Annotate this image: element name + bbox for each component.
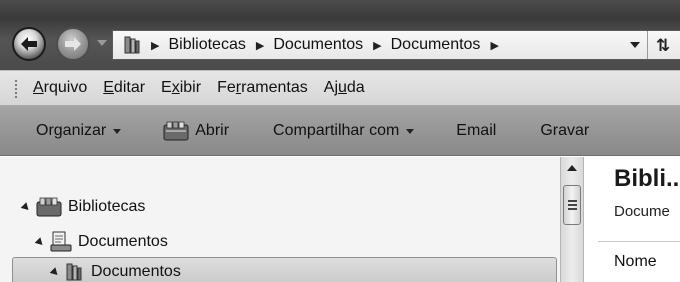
share-button[interactable]: Compartilhar com [273, 121, 415, 140]
documents-library-icon [50, 231, 72, 252]
email-label: Email [456, 121, 497, 139]
breadcrumb-separator-icon[interactable]: ▶ [490, 39, 498, 52]
open-label: Abrir [195, 121, 230, 139]
back-button[interactable] [12, 27, 46, 61]
breadcrumb-item[interactable]: Documentos [391, 36, 481, 54]
tree-item-label: Documentos [91, 263, 181, 280]
chevron-down-icon [113, 129, 122, 134]
menu-bar: Arquivo Editar Exibir Ferramentas Ajuda [0, 70, 680, 106]
menu-arquivo[interactable]: Arquivo [33, 79, 87, 97]
recent-pages-button[interactable] [97, 40, 107, 46]
library-icon [124, 36, 140, 54]
menu-editar[interactable]: Editar [103, 79, 145, 97]
libraries-icon [36, 197, 62, 217]
burn-button[interactable]: Gravar [540, 122, 589, 140]
breadcrumb-item[interactable]: Documentos [273, 36, 363, 54]
breadcrumb-item[interactable]: Bibliotecas [168, 36, 245, 54]
open-library-icon [163, 121, 189, 140]
tree-item-label: Documentos [78, 233, 168, 250]
scroll-up-arrow-icon[interactable] [567, 165, 577, 171]
burn-label: Gravar [540, 121, 590, 139]
tree-item-libraries[interactable]: Bibliotecas [20, 197, 146, 217]
navigation-pane: Bibliotecas Documentos Documentos [0, 157, 560, 282]
divider [647, 31, 648, 59]
organize-label: Organizar [36, 121, 107, 139]
content-pane: Bibli... Docume Nome [584, 157, 680, 282]
tree-item-documents-selected[interactable]: Documentos [12, 257, 557, 282]
column-header-name[interactable]: Nome [614, 253, 657, 271]
breadcrumb-separator-icon[interactable]: ▶ [256, 39, 264, 52]
email-button[interactable]: Email [456, 122, 496, 140]
refresh-icon[interactable]: ⇅ [656, 36, 670, 56]
library-subtitle: Docume [614, 203, 670, 220]
tree-item-documents[interactable]: Documentos [34, 231, 168, 253]
nav-pane-scrollbar[interactable] [560, 157, 584, 282]
address-bar-region: ▶ Bibliotecas ▶ Documentos ▶ Documentos … [0, 0, 680, 70]
library-title: Bibli... [614, 165, 680, 192]
forward-arrow-icon [65, 37, 81, 51]
scroll-thumb[interactable] [563, 185, 581, 225]
open-button[interactable]: Abrir [163, 121, 229, 141]
expand-arrow-icon[interactable] [49, 266, 61, 278]
menu-ferramentas[interactable]: Ferramentas [217, 79, 308, 97]
address-field[interactable]: ▶ Bibliotecas ▶ Documentos ▶ Documentos … [112, 30, 680, 60]
grip-handle [14, 79, 18, 99]
divider [598, 241, 680, 242]
breadcrumb-separator-icon[interactable]: ▶ [151, 39, 159, 52]
tree-item-label: Bibliotecas [68, 198, 146, 215]
menu-ajuda[interactable]: Ajuda [324, 79, 365, 97]
breadcrumb-separator-icon[interactable]: ▶ [373, 39, 381, 52]
command-toolbar: Organizar Abrir Compartilhar com Email G… [0, 106, 680, 156]
share-label: Compartilhar com [273, 121, 400, 139]
expand-arrow-icon[interactable] [20, 201, 32, 213]
expand-arrow-icon[interactable] [34, 236, 46, 248]
folder-library-icon [66, 263, 82, 281]
forward-button[interactable] [56, 27, 90, 61]
chevron-down-icon[interactable] [630, 42, 640, 48]
chevron-down-icon [406, 129, 415, 134]
organize-button[interactable]: Organizar [36, 121, 122, 140]
menu-exibir[interactable]: Exibir [161, 79, 201, 97]
back-arrow-icon [21, 37, 37, 51]
